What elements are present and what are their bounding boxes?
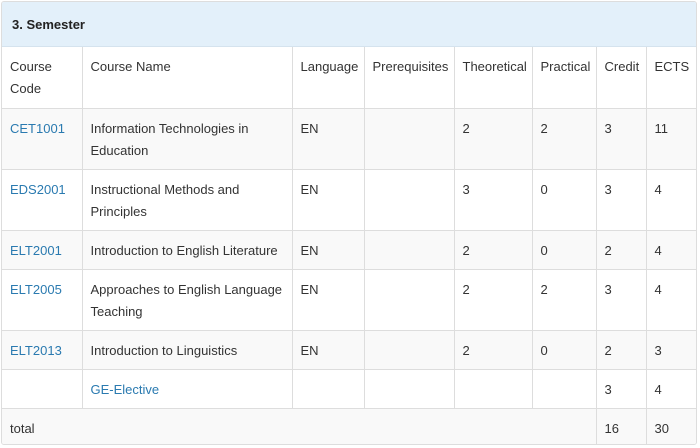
language-cell: EN: [292, 269, 365, 331]
header-credit: Credit: [596, 47, 647, 109]
course-code-cell: CET1001: [2, 108, 83, 170]
semester-title: 3. Semester: [2, 2, 696, 47]
credit-cell: 3: [596, 369, 647, 409]
header-practical: Practical: [532, 47, 597, 109]
course-code-cell: ELT2005: [2, 269, 83, 331]
total-credit: 16: [596, 408, 647, 444]
language-cell: EN: [292, 108, 365, 170]
table-row: ELT2013 Introduction to Linguistics EN 2…: [2, 330, 696, 370]
credit-cell: 3: [596, 169, 647, 231]
course-code-cell: [2, 369, 83, 409]
theoretical-cell: 2: [454, 330, 533, 370]
course-name-cell: Introduction to Linguistics: [82, 330, 293, 370]
theoretical-cell: 2: [454, 108, 533, 170]
course-name-cell: Introduction to English Literature: [82, 230, 293, 270]
practical-cell: 0: [532, 230, 597, 270]
ects-cell: 4: [646, 230, 696, 270]
total-row: total 16 30: [2, 408, 696, 444]
course-code-cell: ELT2001: [2, 230, 83, 270]
ects-cell: 4: [646, 369, 696, 409]
table-row: GE-Elective 3 4: [2, 369, 696, 409]
prerequisites-cell: [364, 230, 455, 270]
course-table: Course Code Course Name Language Prerequ…: [2, 47, 696, 444]
ects-cell: 11: [646, 108, 696, 170]
course-code-link[interactable]: CET1001: [10, 121, 65, 136]
course-code-link[interactable]: EDS2001: [10, 182, 66, 197]
language-cell: EN: [292, 169, 365, 231]
prerequisites-cell: [364, 269, 455, 331]
header-language: Language: [292, 47, 365, 109]
practical-cell: 2: [532, 108, 597, 170]
total-ects: 30: [646, 408, 696, 444]
table-row: ELT2005 Approaches to English Language T…: [2, 269, 696, 331]
course-code-cell: EDS2001: [2, 169, 83, 231]
theoretical-cell: 2: [454, 269, 533, 331]
table-row: CET1001 Information Technologies in Educ…: [2, 108, 696, 170]
course-name-cell: Information Technologies in Education: [82, 108, 293, 170]
prerequisites-cell: [364, 369, 455, 409]
language-cell: [292, 369, 365, 409]
course-name-cell: Approaches to English Language Teaching: [82, 269, 293, 331]
course-code-link[interactable]: ELT2005: [10, 282, 62, 297]
practical-cell: 0: [532, 330, 597, 370]
semester-panel: 3. Semester Course Code Course Name Lang…: [1, 1, 697, 445]
table-row: ELT2001 Introduction to English Literatu…: [2, 230, 696, 270]
course-code-link[interactable]: ELT2013: [10, 343, 62, 358]
course-name-cell: Instructional Methods and Principles: [82, 169, 293, 231]
prerequisites-cell: [364, 108, 455, 170]
table-row: EDS2001 Instructional Methods and Princi…: [2, 169, 696, 231]
language-cell: EN: [292, 330, 365, 370]
header-course-name: Course Name: [82, 47, 293, 109]
course-code-link[interactable]: ELT2001: [10, 243, 62, 258]
language-cell: EN: [292, 230, 365, 270]
header-prerequisites: Prerequisites: [364, 47, 455, 109]
theoretical-cell: 3: [454, 169, 533, 231]
theoretical-cell: [454, 369, 533, 409]
total-label: total: [2, 408, 597, 444]
credit-cell: 2: [596, 230, 647, 270]
table-header-row: Course Code Course Name Language Prerequ…: [2, 47, 696, 109]
header-theoretical: Theoretical: [454, 47, 533, 109]
credit-cell: 2: [596, 330, 647, 370]
practical-cell: 2: [532, 269, 597, 331]
header-ects: ECTS: [646, 47, 696, 109]
credit-cell: 3: [596, 108, 647, 170]
ge-elective-link[interactable]: GE-Elective: [91, 382, 160, 397]
credit-cell: 3: [596, 269, 647, 331]
practical-cell: 0: [532, 169, 597, 231]
theoretical-cell: 2: [454, 230, 533, 270]
practical-cell: [532, 369, 597, 409]
ects-cell: 4: [646, 269, 696, 331]
ects-cell: 3: [646, 330, 696, 370]
prerequisites-cell: [364, 330, 455, 370]
ects-cell: 4: [646, 169, 696, 231]
prerequisites-cell: [364, 169, 455, 231]
course-code-cell: ELT2013: [2, 330, 83, 370]
header-course-code: Course Code: [2, 47, 83, 109]
course-name-cell: GE-Elective: [82, 369, 293, 409]
